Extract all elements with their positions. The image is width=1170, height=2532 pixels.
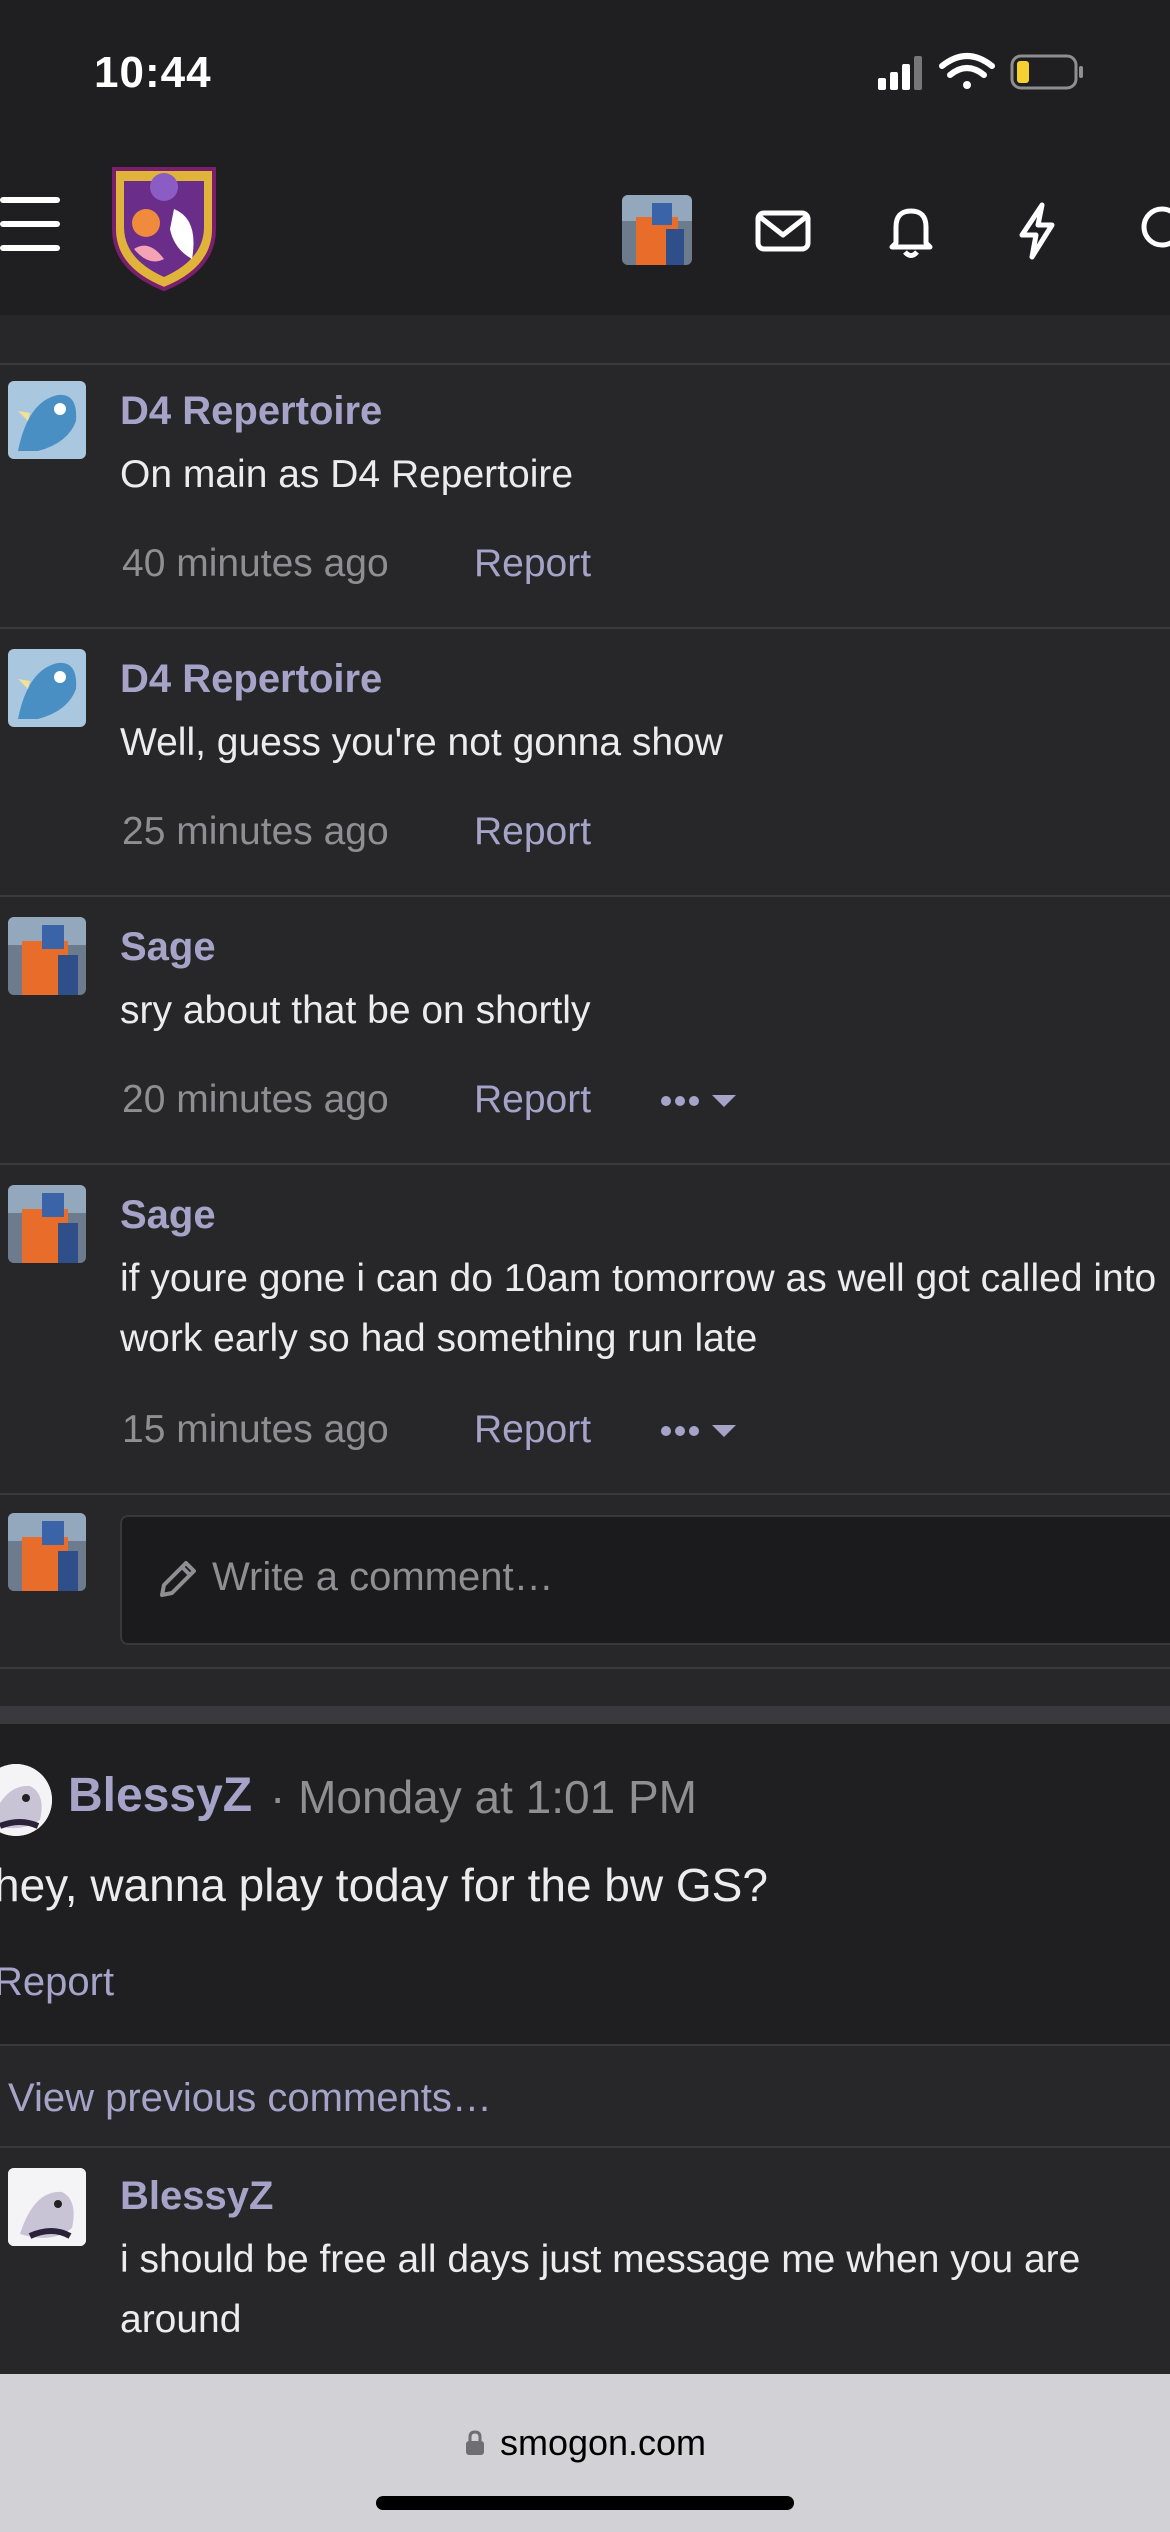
status-icons [870,48,1170,98]
comment-author[interactable]: BlessyZ [120,2174,273,2219]
menu-icon[interactable] [0,197,60,257]
comment-input-placeholder: Write a comment… [212,1555,554,1599]
wifi-icon [939,53,995,89]
comment-text: if youre gone i can do 10am tomorrow as … [120,1257,1157,1360]
mail-icon[interactable] [752,199,814,261]
user-avatar[interactable] [622,195,692,265]
site-logo[interactable] [104,159,224,295]
avatar[interactable] [8,917,86,995]
report-link[interactable]: Report [474,542,591,586]
avatar [8,1513,86,1591]
cellular-signal-icon [878,56,922,90]
comment-compose: Write a comment… [0,1495,1170,1669]
avatar[interactable] [0,1764,52,1836]
comment-text: i should be free all days just message m… [120,2238,1081,2341]
post-author[interactable]: BlessyZ [68,1768,252,1823]
comment-time[interactable]: 20 minutes ago [122,1078,389,1122]
report-link[interactable]: Report [474,810,591,854]
comment-input[interactable]: Write a comment… [120,1515,1170,1645]
lock-icon [465,2430,484,2455]
comment-item: D4 Repertoire On main as D4 Repertoire 4… [0,365,1170,629]
more-options-icon[interactable] [660,1073,740,1133]
post-timestamp[interactable]: · Monday at 1:01 PM [270,1770,697,1824]
post-text: hey, wanna play today for the bw GS? [0,1859,768,1911]
clipped-content [0,315,1170,365]
report-link[interactable]: Report [474,1408,591,1452]
comment-time[interactable]: 25 minutes ago [122,810,389,854]
comment-author[interactable]: D4 Repertoire [120,657,382,702]
comment-time[interactable]: 15 minutes ago [122,1408,389,1452]
avatar[interactable] [8,1185,86,1263]
url-display: smogon.com [0,2422,1170,2464]
top-navbar [0,145,1170,315]
section-divider [0,1706,1170,1724]
comment-time[interactable]: 40 minutes ago [122,542,389,586]
report-link[interactable]: Report [474,1078,591,1122]
avatar[interactable] [8,649,86,727]
search-icon[interactable] [1134,199,1170,261]
view-previous-comments[interactable]: View previous comments… [0,2046,1170,2148]
more-options-icon[interactable] [660,1403,740,1463]
comment-text: On main as D4 Repertoire [120,453,574,496]
url-text: smogon.com [499,2422,707,2463]
bell-icon[interactable] [880,199,942,261]
battery-icon [1010,54,1083,90]
comment-item: Sage sry about that be on shortly 20 min… [0,897,1170,1165]
status-bar: 10:44 [0,0,1170,145]
report-link[interactable]: Report [0,1960,114,2005]
home-indicator[interactable] [376,2496,794,2510]
comment-author[interactable]: Sage [120,1193,216,1238]
avatar[interactable] [8,2168,86,2246]
comment-item: D4 Repertoire Well, guess you're not gon… [0,629,1170,897]
comment-text: sry about that be on shortly [120,989,591,1032]
avatar[interactable] [8,381,86,459]
comment-item: Sage if youre gone i can do 10am tomorro… [0,1165,1170,1495]
view-previous-label: View previous comments… [8,2076,492,2120]
comment-author[interactable]: Sage [120,925,216,970]
status-time: 10:44 [94,48,212,97]
profile-post: BlessyZ · Monday at 1:01 PM hey, wanna p… [0,1724,1170,2046]
comment-item: BlessyZ i should be free all days just m… [0,2148,1170,2374]
bolt-icon[interactable] [1006,199,1068,261]
comment-author[interactable]: D4 Repertoire [120,389,382,434]
pencil-icon [160,1561,196,1597]
comment-text: Well, guess you're not gonna show [120,721,723,764]
